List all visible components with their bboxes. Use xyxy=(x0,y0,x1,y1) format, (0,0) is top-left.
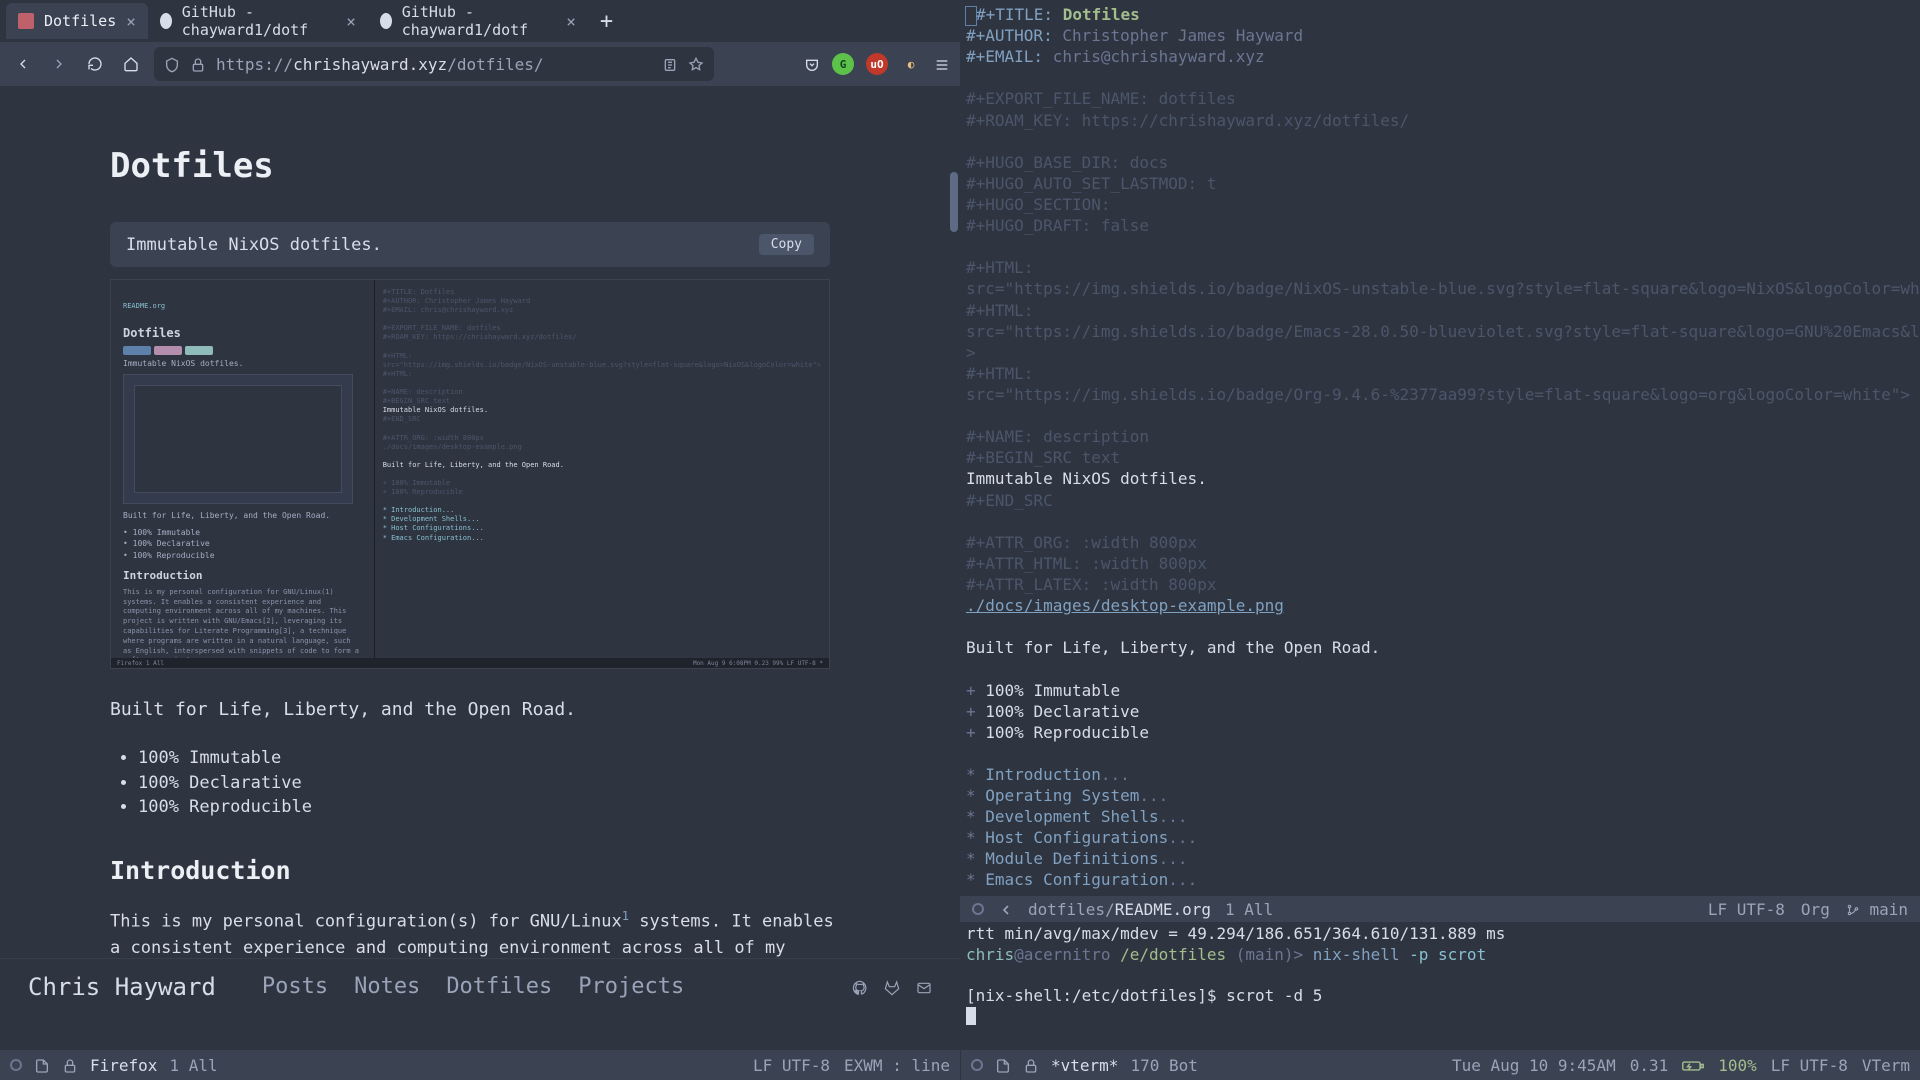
major-mode: VTerm xyxy=(1862,1056,1910,1075)
major-mode: EXWM : line xyxy=(844,1056,950,1075)
tab-title: GitHub - chayward1/dotf xyxy=(182,3,336,39)
browser-viewport[interactable]: Dotfiles Immutable NixOS dotfiles. Copy … xyxy=(0,86,960,1050)
page-title: Dotfiles xyxy=(110,146,850,186)
buffer-clean-icon xyxy=(972,903,984,915)
gitlab-icon[interactable] xyxy=(884,977,900,996)
screenshot-thumbnail: README.org Dotfiles Immutable NixOS dotf… xyxy=(110,279,830,669)
url-text: https://chrishayward.xyz/dotfiles/ xyxy=(216,55,652,74)
back-button[interactable] xyxy=(10,51,36,77)
scrollbar-thumb[interactable] xyxy=(950,172,958,232)
browser-toolbar: https://chrishayward.xyz/dotfiles/ G uO … xyxy=(0,42,960,86)
ext-tampermonkey[interactable]: ◐ xyxy=(900,53,922,75)
nav-projects[interactable]: Projects xyxy=(578,974,684,999)
nav-posts[interactable]: Posts xyxy=(262,974,328,999)
encoding: LF UTF-8 xyxy=(1771,1056,1848,1075)
global-modeline: Firefox 1 All LF UTF-8 EXWM : line *vter… xyxy=(0,1050,1920,1080)
section-heading: Introduction xyxy=(110,856,850,885)
list-item: 100% Immutable xyxy=(138,746,850,771)
tab-dotfiles[interactable]: Dotfiles × xyxy=(6,3,148,39)
encoding: LF UTF-8 xyxy=(1708,900,1785,919)
org-buffer[interactable]: #+TITLE: Dotfiles#+AUTHOR: Christopher J… xyxy=(960,0,1920,896)
github-icon[interactable] xyxy=(852,977,868,996)
file-icon xyxy=(34,1056,50,1075)
ext-ublock[interactable]: uO xyxy=(866,53,888,75)
toolbar-actions: G uO ◐ xyxy=(804,53,950,75)
modeline-left: Firefox 1 All LF UTF-8 EXWM : line xyxy=(0,1050,960,1080)
lock-icon[interactable] xyxy=(190,55,206,74)
new-tab-button[interactable]: + xyxy=(588,9,625,34)
ext-grammarly[interactable]: G xyxy=(832,53,854,75)
bookmark-icon[interactable] xyxy=(688,55,704,74)
copy-button[interactable]: Copy xyxy=(759,234,814,255)
brand[interactable]: Chris Hayward xyxy=(28,973,216,1001)
buffer-pos: 1 All xyxy=(1225,900,1273,919)
git-branch: main xyxy=(1846,900,1908,919)
buffer-name: Firefox xyxy=(90,1056,157,1075)
github-icon xyxy=(380,13,392,29)
editor-modeline: dotfiles/README.org 1 All LF UTF-8 Org m… xyxy=(960,896,1920,922)
code-block: Immutable NixOS dotfiles. Copy xyxy=(110,222,830,267)
reload-button[interactable] xyxy=(82,51,108,77)
back-icon[interactable] xyxy=(998,900,1014,919)
feature-list: 100% Immutable 100% Declarative 100% Rep… xyxy=(110,746,850,820)
encoding: LF UTF-8 xyxy=(753,1056,830,1075)
battery-icon xyxy=(1682,1056,1704,1075)
tab-github-1[interactable]: GitHub - chayward1/dotf × xyxy=(148,3,368,39)
buffer-pos: 170 Bot xyxy=(1130,1056,1197,1075)
code-text: Immutable NixOS dotfiles. xyxy=(126,235,382,255)
footer-nav: Posts Notes Dotfiles Projects xyxy=(262,974,684,999)
favicon-icon xyxy=(18,13,34,29)
mail-icon[interactable] xyxy=(916,977,932,996)
menu-icon[interactable] xyxy=(934,55,950,74)
list-item: 100% Reproducible xyxy=(138,795,850,820)
tab-title: Dotfiles xyxy=(44,12,116,30)
github-icon xyxy=(160,13,172,29)
lock-icon xyxy=(62,1056,78,1075)
datetime: Tue Aug 10 9:45AM xyxy=(1452,1056,1616,1075)
emacs-frame: #+TITLE: Dotfiles#+AUTHOR: Christopher J… xyxy=(960,0,1920,1050)
tab-github-2[interactable]: GitHub - chayward1/dotf × xyxy=(368,3,588,39)
close-icon[interactable]: × xyxy=(566,12,576,31)
buffer-name: *vterm* xyxy=(1051,1056,1118,1075)
file-icon xyxy=(995,1056,1011,1075)
vterm-buffer[interactable]: rtt min/avg/max/mdev = 49.294/186.651/36… xyxy=(960,922,1920,1050)
close-icon[interactable]: × xyxy=(126,12,136,31)
buffer-pos: 1 All xyxy=(169,1056,217,1075)
lead-text: Built for Life, Liberty, and the Open Ro… xyxy=(110,699,850,720)
site-footer: Chris Hayward Posts Notes Dotfiles Proje… xyxy=(0,958,960,1014)
tab-strip: Dotfiles × GitHub - chayward1/dotf × Git… xyxy=(0,0,960,42)
buffer-clean-icon xyxy=(10,1059,22,1071)
lock-icon xyxy=(1023,1056,1039,1075)
close-icon[interactable]: × xyxy=(346,12,356,31)
nav-dotfiles[interactable]: Dotfiles xyxy=(446,974,552,999)
home-button[interactable] xyxy=(118,51,144,77)
pocket-icon[interactable] xyxy=(804,55,820,74)
list-item: 100% Declarative xyxy=(138,771,850,796)
url-bar[interactable]: https://chrishayward.xyz/dotfiles/ xyxy=(154,47,714,81)
buffer-clean-icon xyxy=(971,1059,983,1071)
shield-icon[interactable] xyxy=(164,55,180,74)
forward-button[interactable] xyxy=(46,51,72,77)
buffer-path: dotfiles/README.org xyxy=(1028,900,1211,919)
nav-notes[interactable]: Notes xyxy=(354,974,420,999)
battery-pct: 100% xyxy=(1718,1056,1757,1075)
tab-title: GitHub - chayward1/dotf xyxy=(402,3,556,39)
load-avg: 0.31 xyxy=(1630,1056,1669,1075)
reader-icon[interactable] xyxy=(662,55,678,74)
page-content: Dotfiles Immutable NixOS dotfiles. Copy … xyxy=(0,86,960,988)
browser-window: Dotfiles × GitHub - chayward1/dotf × Git… xyxy=(0,0,960,1050)
major-mode: Org xyxy=(1801,900,1830,919)
modeline-right: *vterm* 170 Bot Tue Aug 10 9:45AM 0.31 1… xyxy=(960,1050,1920,1080)
